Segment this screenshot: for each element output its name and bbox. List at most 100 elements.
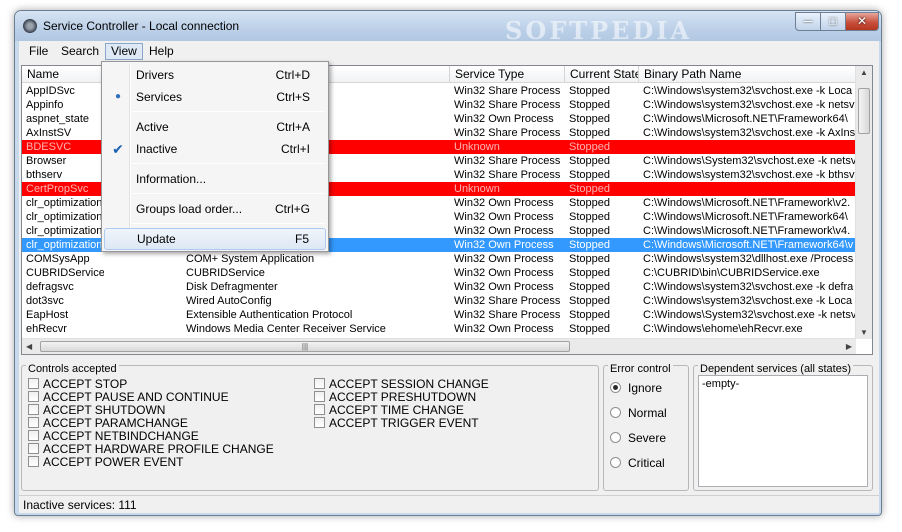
minimize-button[interactable]: ─ [795,12,821,31]
radio-normal[interactable]: Normal [610,405,667,421]
radio-circle-icon[interactable] [610,432,621,443]
checkbox-icon[interactable] [314,378,325,389]
dependent-services-title: Dependent services (all states) [698,363,854,375]
view-menu-item-information[interactable]: Information... [104,168,326,190]
cell-name: dot3svc [26,295,64,307]
cell-type: Win32 Own Process [454,211,554,223]
cell-path [639,182,856,196]
cell-path: C:\Windows\Microsoft.NET\Framework64\v [643,239,854,251]
cell-state: Stopped [569,155,610,167]
cell-type: Win32 Share Process [454,127,561,139]
view-menu-item-inactive[interactable]: ✔ Inactive Ctrl+I [104,138,326,160]
vertical-scroll-thumb[interactable] [858,88,870,134]
cell-state: Stopped [569,281,610,293]
menu-search[interactable]: Search [55,43,105,60]
checkbox-icon[interactable] [28,456,39,467]
close-button[interactable]: ✕ [845,12,879,31]
cell-type: Unknown [454,183,500,195]
radio-critical[interactable]: Critical [610,455,665,471]
cell-path: C:\Windows\system32\svchost.exe -k AxIns [643,127,856,139]
cell-name: AppIDSvc [26,85,75,97]
scroll-up-icon[interactable]: ▲ [860,68,868,77]
menu-help[interactable]: Help [143,43,180,60]
maximize-icon: □ [829,14,837,28]
radio-severe[interactable]: Severe [610,430,666,446]
radio-circle-icon[interactable] [610,407,621,418]
cell-type: Win32 Share Process [454,169,561,181]
controls-accepted-title: Controls accepted [26,363,119,375]
title-bar[interactable]: Service Controller - Local connection SO… [15,11,881,45]
radio-ignore[interactable]: Ignore [610,380,662,396]
column-current-state[interactable]: Current State [565,66,639,83]
maximize-button[interactable]: □ [820,12,846,31]
cell-state: Stopped [569,113,610,125]
checkbox-icon[interactable] [314,404,325,415]
checkbox-label: ACCEPT PARAMCHANGE [43,416,188,430]
cell-path [639,140,856,154]
checkbox-icon[interactable] [28,391,39,402]
cell-desc: COM+ System Application [186,253,315,265]
checkbox-icon[interactable] [28,417,39,428]
table-row[interactable]: CUBRIDService CUBRIDService Win32 Own Proc… [22,266,856,280]
dependent-services-list[interactable]: -empty- [698,375,868,487]
cell-desc: Windows Media Center Receiver Service [186,323,386,335]
view-menu-item-update[interactable]: Update F5 [104,228,326,250]
column-service-type[interactable]: Service Type [450,66,565,83]
cell-name: CUBRIDService [26,267,104,279]
menu-bar: File Search View Help [19,41,879,61]
error-control-group: Error control Ignore Normal Severe Critical [603,363,689,491]
cell-name: AxInstSV [26,127,72,139]
cell-path: C:\Windows\Microsoft.NET\Framework64\ [643,211,848,223]
cell-name: EapHost [26,309,69,321]
horizontal-scroll-thumb[interactable]: ||| [40,341,570,352]
view-menu-item-active[interactable]: Active Ctrl+A [104,116,326,138]
scroll-right-icon[interactable]: ▶ [846,342,852,351]
checkbox-icon[interactable] [314,417,325,428]
cell-name: bthserv [26,169,63,181]
table-row[interactable]: dot3svc Wired AutoConfig Win32 Share Proce… [22,294,856,308]
horizontal-scrollbar[interactable]: ◀ ||| ▶ [22,338,856,354]
column-binary-path[interactable]: Binary Path Name [639,66,856,83]
table-row[interactable]: defragsvc Disk Defragmenter Win32 Own Proc… [22,280,856,294]
cell-state: Stopped [569,197,610,209]
menu-view[interactable]: View [105,43,143,60]
cell-type: Win32 Own Process [454,239,554,251]
scroll-left-icon[interactable]: ◀ [26,342,32,351]
view-menu-item-groups-load-order[interactable]: Groups load order... Ctrl+G [104,198,326,220]
cell-type: Win32 Own Process [454,281,554,293]
radio-circle-icon[interactable] [610,457,621,468]
checkbox-accept-power-event[interactable]: ACCEPT POWER EVENT [28,456,183,469]
menu-item-label: Update [137,232,176,246]
menu-separator [132,111,325,112]
scroll-down-icon[interactable]: ▼ [860,328,868,337]
cell-name: Appinfo [26,99,64,111]
cell-type: Win32 Own Process [454,113,554,125]
checkbox-icon[interactable] [314,391,325,402]
radio-circle-icon[interactable] [610,382,621,393]
checkbox-icon[interactable] [28,378,39,389]
view-menu-item-services[interactable]: ● Services Ctrl+S [104,86,326,108]
cell-state: Stopped [569,169,610,181]
checkbox-label: ACCEPT TRIGGER EVENT [329,416,479,430]
cell-desc: CUBRIDService [186,267,265,279]
cell-type: Win32 Own Process [454,253,554,265]
view-menu-item-drivers[interactable]: Drivers Ctrl+D [104,64,326,86]
menu-separator [132,223,325,224]
menu-file[interactable]: File [23,43,54,60]
checkbox-accept-trigger-event[interactable]: ACCEPT TRIGGER EVENT [314,417,479,430]
view-dropdown-menu: Drivers Ctrl+D ● Services Ctrl+S Active Ctrl+A… [101,61,329,252]
vertical-scrollbar[interactable]: ▲ ▼ [855,66,872,339]
table-row[interactable]: ehRecvr Windows Media Center Receiver Ser… [22,322,856,336]
cell-path: C:\Windows\Microsoft.NET\Framework64\ [643,113,848,125]
table-row[interactable]: COMSysApp COM+ System Application Win32 Ow… [22,252,856,266]
cell-desc: Disk Defragmenter [186,281,278,293]
table-row[interactable]: EapHost Extensible Authentication Protoco… [22,308,856,322]
checkbox-label: ACCEPT SHUTDOWN [43,403,166,417]
checkbox-icon[interactable] [28,430,39,441]
app-gear-icon [23,19,37,33]
menu-item-label: Groups load order... [136,202,243,216]
menu-separator [132,193,325,194]
checkbox-icon[interactable] [28,404,39,415]
checkbox-icon[interactable] [28,443,39,454]
cell-path: C:\Windows\Microsoft.NET\Framework\v2. [643,197,851,209]
